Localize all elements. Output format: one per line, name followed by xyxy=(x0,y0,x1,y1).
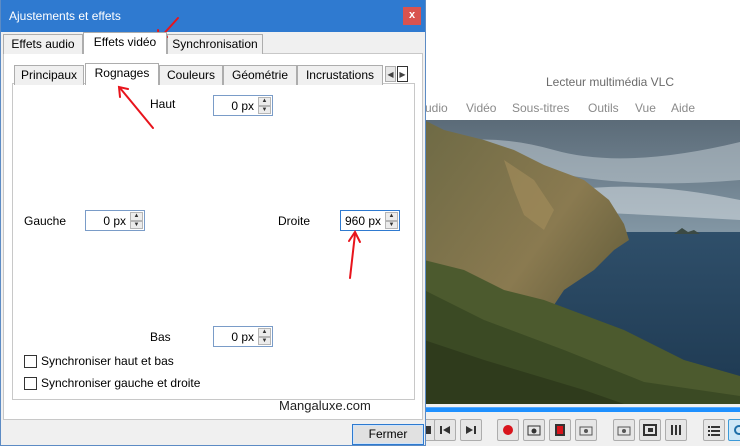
tab-rognages[interactable]: Rognages xyxy=(85,63,159,85)
tab-video-effects[interactable]: Effets vidéo xyxy=(83,32,167,54)
screenshot: Lecteur multimédia VLC udio Vidéo Sous-t… xyxy=(0,0,740,446)
annotation-arrow-right-field xyxy=(348,230,361,279)
annotation-arrow-rognages-tab xyxy=(117,85,154,129)
